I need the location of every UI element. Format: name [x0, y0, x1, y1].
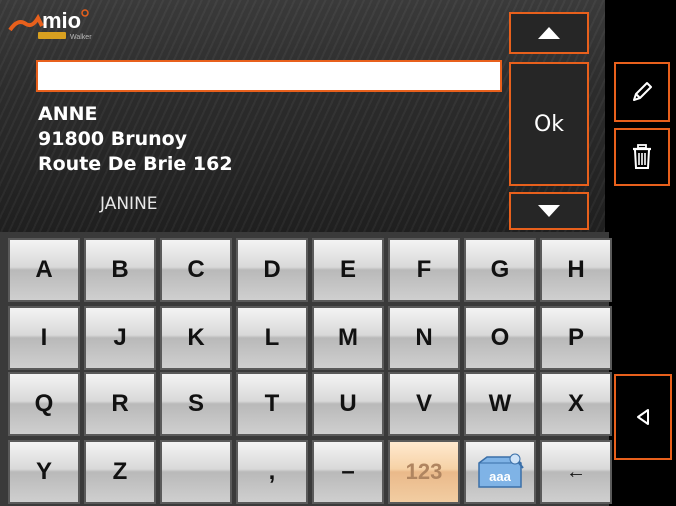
navigator-screen: mio Walker ANNE 91800 Brunoy Route De Br…	[0, 0, 676, 506]
key-u[interactable]: U	[312, 372, 384, 436]
next-contact-name[interactable]: JANINE	[100, 194, 158, 214]
pencil-icon	[633, 82, 652, 101]
logo-text: mio	[42, 8, 81, 33]
contact-street: Route De Brie 162	[38, 153, 233, 175]
contact-name: ANNE	[38, 103, 98, 125]
delete-button[interactable]	[614, 128, 670, 186]
layout-icon-text: aaa	[489, 469, 511, 484]
key-w[interactable]: W	[464, 372, 536, 436]
key-comma[interactable]: ,	[236, 440, 308, 504]
key-s[interactable]: S	[160, 372, 232, 436]
key-o[interactable]: O	[464, 306, 536, 370]
key-m[interactable]: M	[312, 306, 384, 370]
back-button[interactable]	[614, 374, 672, 460]
key-l[interactable]: L	[236, 306, 308, 370]
key-i[interactable]: I	[8, 306, 80, 370]
keyboard-layout-icon: aaa	[478, 453, 524, 488]
triangle-down-icon	[538, 205, 560, 217]
key-a[interactable]: A	[8, 238, 80, 302]
key-b[interactable]: B	[84, 238, 156, 302]
key-v[interactable]: V	[388, 372, 460, 436]
numeric-mode-key[interactable]: 123	[388, 440, 460, 504]
key-c[interactable]: C	[160, 238, 232, 302]
key-z[interactable]: Z	[84, 440, 156, 504]
key-p[interactable]: P	[540, 306, 612, 370]
ok-button[interactable]: Ok	[509, 62, 589, 186]
key-h[interactable]: H	[540, 238, 612, 302]
on-screen-keyboard: A B C D E F G H I J K L M N O P Q R S T …	[0, 232, 612, 506]
key-d[interactable]: D	[236, 238, 308, 302]
mio-logo: mio Walker	[8, 8, 92, 41]
key-t[interactable]: T	[236, 372, 308, 436]
keyboard-layout-key[interactable]: aaa	[464, 440, 536, 504]
key-f[interactable]: F	[388, 238, 460, 302]
key-space[interactable]	[160, 440, 232, 504]
contact-city: 91800 Brunoy	[38, 128, 188, 150]
edit-button[interactable]	[614, 62, 670, 122]
key-k[interactable]: K	[160, 306, 232, 370]
trash-icon	[633, 144, 651, 169]
triangle-up-icon	[538, 27, 560, 39]
key-dash[interactable]: –	[312, 440, 384, 504]
search-input[interactable]	[36, 60, 502, 92]
triangle-left-icon	[637, 409, 649, 425]
scroll-down-button[interactable]	[509, 192, 589, 230]
key-r[interactable]: R	[84, 372, 156, 436]
key-q[interactable]: Q	[8, 372, 80, 436]
contact-details: ANNE 91800 Brunoy Route De Brie 162	[38, 102, 233, 177]
scroll-up-button[interactable]	[509, 12, 589, 54]
backspace-key[interactable]: ←	[540, 440, 612, 504]
key-g[interactable]: G	[464, 238, 536, 302]
logo-subtext: Walker	[70, 34, 92, 41]
key-y[interactable]: Y	[8, 440, 80, 504]
key-n[interactable]: N	[388, 306, 460, 370]
key-j[interactable]: J	[84, 306, 156, 370]
key-x[interactable]: X	[540, 372, 612, 436]
key-e[interactable]: E	[312, 238, 384, 302]
